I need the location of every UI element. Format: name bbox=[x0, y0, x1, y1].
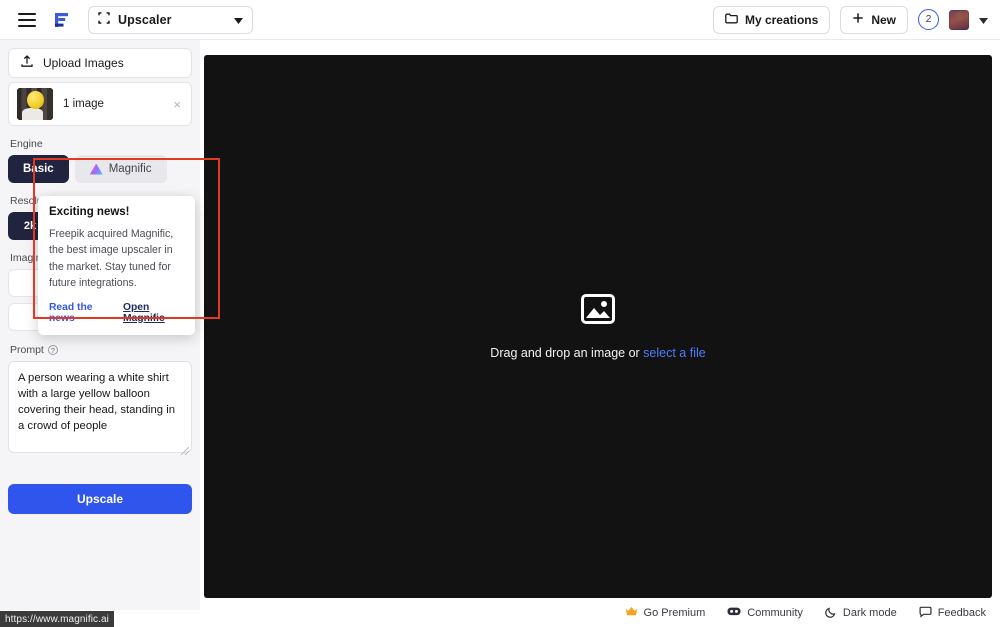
feedback-button[interactable]: Feedback bbox=[919, 606, 986, 621]
engine-options: Basic Magnific bbox=[8, 155, 192, 183]
upload-images-button[interactable]: Upload Images bbox=[8, 48, 192, 78]
crop-frame-icon bbox=[98, 11, 110, 29]
my-creations-button[interactable]: My creations bbox=[712, 5, 831, 34]
upload-images-label: Upload Images bbox=[43, 56, 124, 70]
avatar[interactable] bbox=[949, 9, 969, 30]
prompt-input[interactable] bbox=[8, 361, 192, 453]
folder-icon bbox=[725, 13, 738, 27]
app-switcher-select[interactable]: Upscaler bbox=[88, 5, 253, 34]
new-button[interactable]: New bbox=[840, 5, 908, 34]
credits-badge[interactable]: 2 bbox=[918, 9, 939, 30]
prompt-label-row: Prompt ? bbox=[10, 344, 192, 356]
magnific-triangle-icon bbox=[89, 163, 103, 175]
community-label: Community bbox=[747, 607, 803, 619]
footer-bar: Go Premium Community Dark mode Feedback bbox=[204, 602, 992, 624]
chevron-down-icon bbox=[234, 11, 243, 29]
browser-status-bar: https://www.magnific.ai bbox=[0, 611, 115, 627]
account-chevron-down-icon[interactable] bbox=[979, 11, 988, 29]
upscale-label: Upscale bbox=[76, 492, 124, 506]
app-switcher-label: Upscaler bbox=[118, 12, 172, 27]
magnific-news-popup: Exciting news! Freepik acquired Magnific… bbox=[38, 196, 195, 335]
chat-bubble-icon bbox=[919, 606, 932, 621]
moon-icon bbox=[825, 606, 837, 621]
read-the-news-link[interactable]: Read the news bbox=[49, 302, 111, 324]
dark-mode-toggle[interactable]: Dark mode bbox=[825, 606, 897, 621]
app-header: Upscaler My creations New 2 bbox=[0, 0, 1000, 40]
upscale-button[interactable]: Upscale bbox=[8, 484, 192, 514]
image-thumbnail bbox=[17, 88, 53, 120]
select-file-link[interactable]: select a file bbox=[643, 346, 706, 360]
upload-icon bbox=[21, 55, 33, 71]
my-creations-label: My creations bbox=[744, 12, 819, 27]
app-root: Upscaler My creations New 2 Upload Image… bbox=[0, 0, 1000, 627]
popup-title: Exciting news! bbox=[49, 206, 130, 218]
engine-magnific-label: Magnific bbox=[108, 163, 152, 175]
header-actions: My creations New 2 bbox=[712, 5, 1000, 34]
image-drop-canvas[interactable]: Drag and drop an image or select a file bbox=[204, 55, 992, 598]
discord-icon bbox=[727, 606, 741, 620]
close-icon[interactable]: × bbox=[173, 97, 183, 112]
feedback-label: Feedback bbox=[937, 607, 986, 619]
engine-basic-label: Basic bbox=[23, 163, 54, 175]
resize-grip[interactable] bbox=[181, 447, 189, 455]
crown-icon bbox=[625, 606, 638, 620]
dark-mode-label: Dark mode bbox=[842, 607, 897, 619]
drop-instructions: Drag and drop an image or select a file bbox=[490, 346, 705, 360]
hamburger-icon[interactable] bbox=[18, 12, 36, 27]
engine-label: Engine bbox=[10, 138, 43, 150]
uploaded-image-row[interactable]: 1 image × bbox=[8, 82, 192, 126]
community-button[interactable]: Community bbox=[727, 606, 803, 620]
image-count-label: 1 image bbox=[63, 98, 104, 110]
engine-option-magnific[interactable]: Magnific bbox=[74, 155, 167, 183]
popup-body: Freepik acquired Magnific, the best imag… bbox=[49, 228, 174, 290]
prompt-label: Prompt bbox=[10, 344, 44, 356]
freepik-logo-icon[interactable] bbox=[52, 10, 72, 30]
go-premium-button[interactable]: Go Premium bbox=[625, 606, 706, 620]
drop-text: Drag and drop an image or bbox=[490, 345, 644, 360]
plus-icon bbox=[852, 12, 864, 27]
question-mark-icon[interactable]: ? bbox=[47, 345, 58, 355]
engine-option-basic[interactable]: Basic bbox=[8, 155, 69, 183]
go-premium-label: Go Premium bbox=[643, 607, 706, 619]
popup-links: Read the news Open Magnific bbox=[49, 302, 184, 324]
image-placeholder-icon bbox=[581, 293, 615, 324]
status-url: https://www.magnific.ai bbox=[5, 613, 110, 625]
new-label: New bbox=[871, 12, 896, 27]
open-magnific-link[interactable]: Open Magnific bbox=[123, 302, 184, 324]
